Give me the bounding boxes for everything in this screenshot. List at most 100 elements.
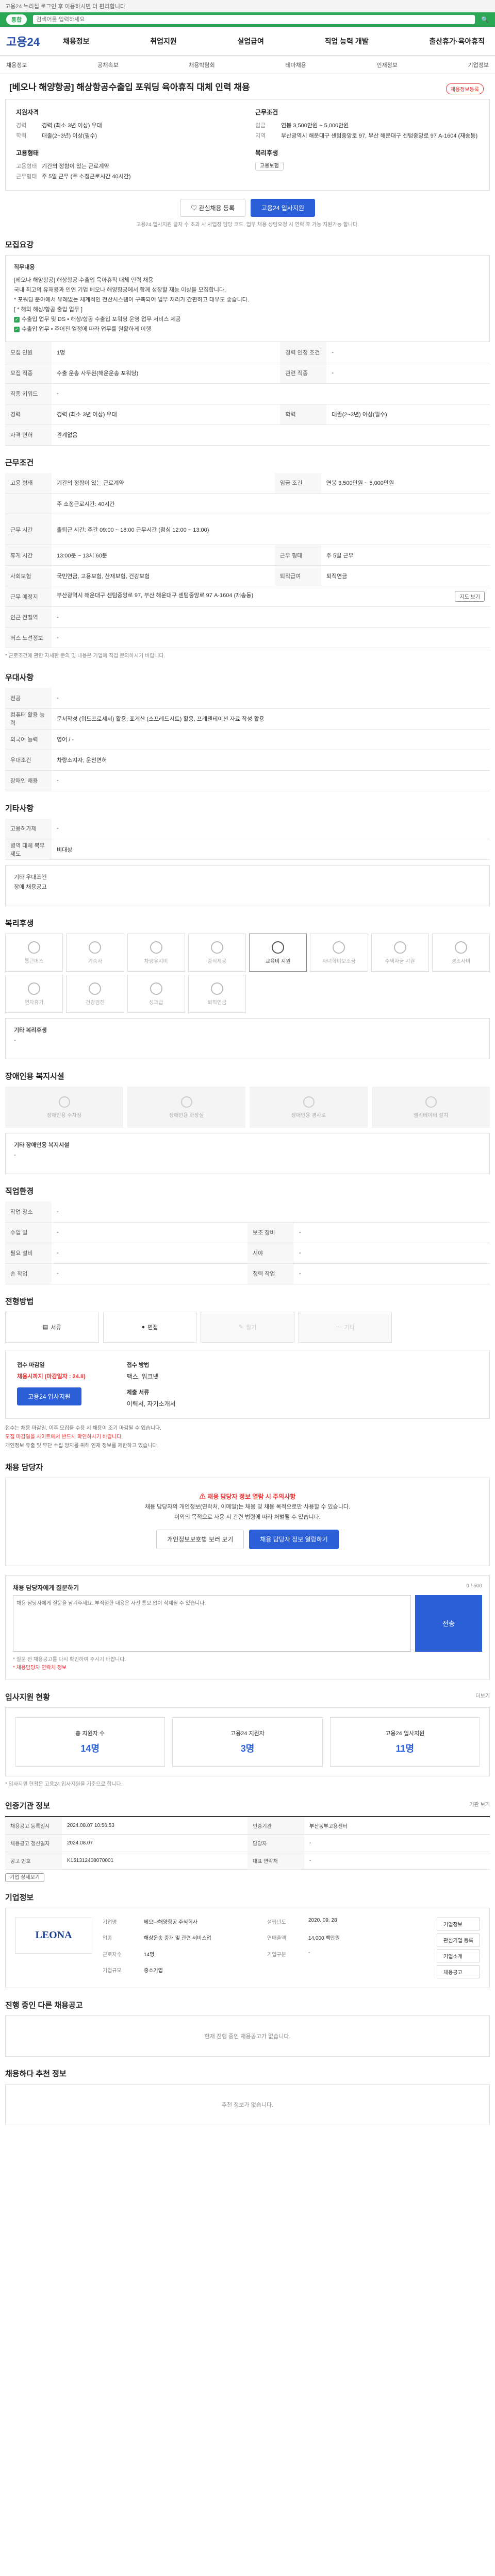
gnb-item-training[interactable]: 직업 능력 개발 — [325, 36, 369, 46]
company-jobs-button[interactable]: 채용공고 — [437, 1965, 480, 1978]
section-title: 직업환경 — [5, 1187, 34, 1196]
section-title: 장애인용 복지시설 — [5, 1072, 64, 1081]
subnav-item[interactable]: 채용박람회 — [189, 61, 215, 69]
kv-key: 근무형태 — [16, 174, 37, 180]
site-logo[interactable]: 고용24 — [6, 33, 63, 49]
welfare-icon — [272, 941, 285, 954]
td: 2024.08.07 — [67, 1840, 93, 1846]
td: - — [308, 1950, 310, 1956]
td: 연봉 3,500만원 ~ 5,000만원 — [321, 472, 490, 494]
th: 근무 시간 — [5, 514, 52, 545]
th: 학력 — [280, 404, 327, 425]
view-recruiter-button[interactable]: 채용 담당자 정보 열람하기 — [249, 1529, 339, 1549]
company-info-button[interactable]: 기업정보 — [437, 1917, 480, 1930]
td: 출퇴근 시간: 주간 09:00 ~ 18:00 근무시간 (점심 12:00 … — [52, 514, 490, 545]
stats-more-link[interactable]: 더보기 — [475, 1691, 490, 1699]
th: 청력 작업 — [248, 1263, 294, 1284]
apply-button-2[interactable]: 고용24 입사지원 — [17, 1387, 81, 1405]
save-job-button[interactable]: ♡ 관심채용 등록 — [180, 199, 245, 217]
section-title: 모집요강 — [5, 241, 34, 249]
question-note: * 채용담당자 연락처 정보 — [13, 1665, 67, 1671]
disability-etc: 기타 장애인용 복지시설 - — [5, 1133, 490, 1174]
welfare-icon — [150, 982, 162, 995]
elevator-icon — [425, 1096, 437, 1108]
recruiter-panel: ⚠ 채용 담당자 정보 열람 시 주의사항 채용 담당자의 개인정보(연락처, … — [5, 1477, 490, 1566]
subnav-item[interactable]: 인재정보 — [376, 61, 397, 69]
pen-icon: ✎ — [238, 1324, 243, 1330]
td: 수출 운송 사무원(해운운송 포워딩) — [52, 363, 280, 384]
subnav-item[interactable]: 기업정보 — [468, 61, 489, 69]
subnav-item[interactable]: 테마채용 — [285, 61, 306, 69]
duty-line: [베오나 해양항공] 해상항공 수출입 육아휴직 대체 인력 채용 — [14, 277, 154, 283]
stat-value: 11명 — [395, 1743, 415, 1754]
other-jobs-empty: 현재 진행 중인 채용공고가 없습니다. — [5, 2015, 490, 2057]
td: 대졸(2~3년) 이상(필수) — [326, 404, 490, 425]
disability-etc-value: - — [14, 1152, 16, 1158]
gnb-item-jobs[interactable]: 채용정보 — [63, 36, 90, 46]
td: - — [52, 606, 490, 628]
kv-value: 기간의 정함이 있는 근로계약 — [42, 163, 109, 170]
welfare-icon — [210, 982, 223, 995]
section-title: 근무조건 — [5, 458, 34, 467]
search-scope-pill[interactable]: 통합 — [6, 14, 27, 25]
kv-key: 고용형태 — [16, 163, 37, 170]
welfare-grid: 통근버스 기숙사 차량유지비 중식제공 교육비 지원 자녀학비보조금 주택자금 지원 경조사비… — [5, 934, 490, 1013]
td: 경력 (최소 3년 이상) 우대 — [52, 404, 280, 425]
th: 임금 조건 — [274, 472, 321, 494]
etc-link[interactable]: 장애 채용공고 — [14, 883, 481, 892]
stat-card: 고용24 지원자 3명 — [172, 1717, 323, 1767]
gnb-item-support[interactable]: 취업지원 — [150, 36, 177, 46]
disability-etc-title: 기타 장애인용 복지시설 — [14, 1142, 70, 1148]
apply-button[interactable]: 고용24 입사지원 — [251, 199, 315, 217]
section-title: 우대사항 — [5, 673, 34, 682]
search-icon[interactable]: 🔍 — [481, 16, 489, 23]
welfare-icon — [89, 982, 102, 995]
th: 병역 대체 복무 제도 — [5, 839, 52, 860]
top-notice-text: 고용24 누리집 로그인 후 이용하시면 더 편리합니다. — [5, 3, 127, 10]
th: 업종 — [103, 1936, 112, 1941]
kv-key: 지역 — [255, 133, 266, 139]
subnav-item[interactable]: 채용정보 — [6, 61, 27, 69]
recommend-empty: 추천 정보가 없습니다. — [5, 2083, 490, 2125]
company-intro-button[interactable]: 기업소개 — [437, 1949, 480, 1962]
td: - — [326, 342, 490, 363]
welfare-item: 교육비 지원 — [249, 934, 307, 972]
welfare-item: 기숙사 — [66, 934, 124, 972]
stats-title: 입사지원 현황 — [5, 1692, 50, 1702]
bookmark-badge[interactable]: 채용정보등록 — [446, 83, 484, 94]
method-item: ● 면접 — [103, 1311, 197, 1343]
company-panel: LEONA 기업명 베오나해양항공 주식회사 설립년도 2020. 09. 28 업종… — [5, 1907, 490, 1988]
welfare-label: 건강검진 — [85, 999, 105, 1006]
map-button[interactable]: 지도 보기 — [455, 591, 485, 602]
gnb-item-benefit[interactable]: 실업급여 — [237, 36, 264, 46]
subnav-item[interactable]: 공채속보 — [97, 61, 118, 69]
welfare-icon — [210, 941, 223, 954]
td: - — [52, 627, 490, 648]
question-send-button[interactable]: 전송 — [415, 1595, 482, 1652]
method-item: ⋯ 기타 — [298, 1311, 392, 1343]
search-input[interactable] — [33, 15, 475, 24]
td: - — [309, 1857, 311, 1863]
th: 설립년도 — [267, 1919, 286, 1925]
th: 사회보험 — [5, 565, 52, 586]
question-count: 0 / 500 — [466, 1583, 482, 1589]
stats-note: * 입사지원 현황은 고용24 입사지원을 기준으로 합니다. — [5, 1781, 123, 1787]
question-input[interactable] — [13, 1595, 411, 1652]
person-icon: ● — [141, 1324, 145, 1330]
td: - — [52, 1201, 490, 1223]
privacy-law-button[interactable]: 개인정보보호법 보러 보기 — [156, 1529, 244, 1549]
save-job-label: 관심채용 등록 — [199, 205, 235, 212]
apply-method: 팩스, 워크넷 — [126, 1372, 159, 1380]
stat-label: 고용24 입사지원 — [385, 1730, 425, 1737]
th: 필요 설비 — [5, 1243, 52, 1264]
job-title: [베오나 해양항공] 해상항공수출입 포워딩 육아휴직 대체 인력 채용 — [9, 82, 250, 92]
td: - — [294, 1222, 490, 1243]
welfare-icon — [28, 941, 41, 954]
agency-detail-button[interactable]: 기업 상세보기 — [5, 1873, 44, 1882]
agency-button[interactable]: 기관 보기 — [469, 1800, 490, 1808]
gnb-item-leave[interactable]: 출산휴가·육아휴직 — [429, 36, 485, 46]
welfare-etc-value: - — [14, 1037, 16, 1043]
duty-check: 수출입 업무 및 DS • 해상/항공 수출입 포워딩 운영 업무 서비스 제공 — [22, 316, 181, 323]
company-table: 기업명 베오나해양항공 주식회사 설립년도 2020. 09. 28 업종 해상운송 중… — [103, 1918, 426, 1978]
company-fav-button[interactable]: 관심기업 등록 — [437, 1933, 480, 1946]
